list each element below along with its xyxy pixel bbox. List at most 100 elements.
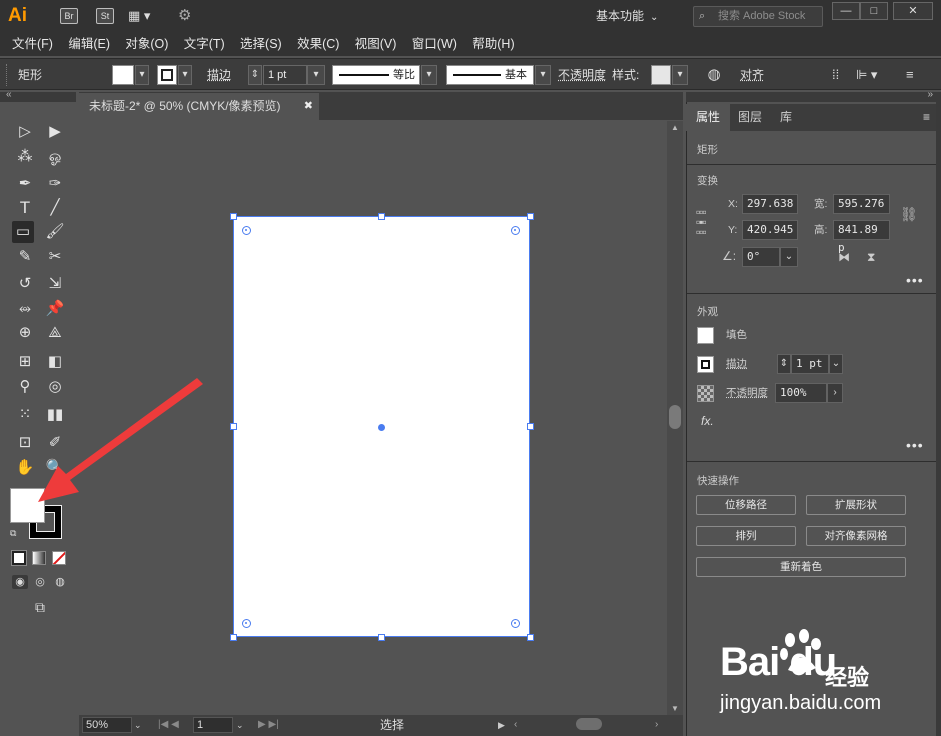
curvature-tool-icon[interactable]: ✑ [44, 173, 66, 195]
mesh-tool-icon[interactable]: ⊞ [14, 351, 36, 373]
draw-behind-icon[interactable]: ◎ [32, 575, 48, 589]
rotate-tool-icon[interactable]: ↺ [14, 273, 36, 295]
direct-selection-tool-icon[interactable]: ▶ [44, 121, 66, 143]
profile-dropdown[interactable]: ▾ [421, 65, 437, 85]
scroll-down-icon[interactable]: ▼ [671, 704, 679, 713]
hand-tool-icon[interactable]: ✋ [14, 457, 36, 479]
none-mode-icon[interactable] [52, 551, 66, 565]
menu-select[interactable]: 选择(S) [228, 33, 282, 56]
eyedropper-tool-icon[interactable]: ⚲ [14, 376, 36, 398]
stroke-swatch-panel[interactable] [697, 356, 714, 373]
panel-menu-icon[interactable]: ≡ [906, 65, 922, 85]
symbol-sprayer-tool-icon[interactable]: ⁙ [14, 404, 36, 426]
brush-dropdown[interactable]: ▾ [535, 65, 551, 85]
fill-swatch-panel[interactable] [697, 327, 714, 344]
menu-type[interactable]: 文字(T) [172, 33, 225, 56]
more-options-icon[interactable]: ••• [906, 272, 924, 288]
menu-window[interactable]: 窗口(W) [400, 33, 457, 56]
vertical-scroll-thumb[interactable] [669, 405, 681, 429]
status-menu-icon[interactable]: ▶ [498, 718, 508, 732]
zoom-tool-icon[interactable]: 🔍 [44, 457, 66, 479]
close-button[interactable]: ✕ [893, 2, 933, 20]
gradient-mode-icon[interactable] [32, 551, 46, 565]
document-tab[interactable]: 未标题-2* @ 50% (CMYK/像素预览) ✖ [79, 92, 319, 120]
tab-libraries[interactable]: 库 [770, 104, 802, 131]
shape-builder-tool-icon[interactable]: ⊕ [14, 322, 36, 344]
bounding-handle[interactable] [378, 634, 385, 641]
blend-tool-icon[interactable]: ◎ [44, 376, 66, 398]
recolor-button[interactable]: 重新着色 [696, 557, 906, 577]
width-field[interactable]: 595.276 [833, 194, 890, 214]
horizontal-scroll-thumb[interactable] [576, 718, 602, 730]
bounding-handle[interactable] [230, 213, 237, 220]
menu-edit[interactable]: 编辑(E) [56, 33, 110, 56]
reference-point-icon[interactable]: ▫▫▫ ▫▪▫ ▫▫▫ [696, 206, 716, 238]
constrain-proportions-icon[interactable]: ⛓ [900, 206, 918, 228]
fill-swatch[interactable] [112, 65, 134, 85]
offset-path-button[interactable]: 位移路径 [696, 495, 796, 515]
perspective-grid-tool-icon[interactable]: ⟁ [44, 322, 66, 344]
puppet-warp-tool-icon[interactable]: 📌 [44, 298, 66, 320]
gradient-tool-icon[interactable]: ◧ [44, 351, 66, 373]
x-field[interactable]: 297.638 [742, 194, 798, 214]
brush-definition[interactable]: 基本 [446, 65, 534, 85]
corner-widget[interactable] [242, 226, 251, 235]
minimize-button[interactable]: — [832, 2, 860, 20]
scroll-up-icon[interactable]: ▲ [671, 123, 679, 132]
stroke-weight-field-panel[interactable]: 1 pt [791, 354, 829, 374]
tab-layers[interactable]: 图层 [728, 104, 772, 131]
align-pixel-grid-button[interactable]: 对齐像素网格 [806, 526, 906, 546]
stroke-stepper-panel[interactable]: ⇕ [777, 354, 791, 374]
rotate-angle-field[interactable]: 0° [742, 247, 780, 267]
opacity-label[interactable]: 不透明度 [558, 65, 608, 85]
panel-options-icon[interactable]: ≡ [923, 104, 930, 131]
menu-file[interactable]: 文件(F) [0, 33, 53, 56]
selection-tool-icon[interactable]: ▷ [14, 121, 36, 143]
stroke-label[interactable]: 描边 [207, 65, 243, 85]
opacity-field[interactable]: 100% [775, 383, 827, 403]
zoom-field[interactable]: 50% [82, 717, 132, 733]
slice-tool-icon[interactable]: ✐ [44, 432, 66, 454]
bounding-handle[interactable] [527, 213, 534, 220]
maximize-button[interactable]: □ [860, 2, 888, 20]
zoom-dropdown-icon[interactable]: ⌄ [134, 717, 146, 733]
panel-scrollbar[interactable] [936, 102, 941, 736]
fill-dropdown[interactable]: ▾ [135, 65, 149, 85]
swap-colors-icon[interactable]: ↴ [57, 488, 69, 500]
artboard-dropdown-icon[interactable]: ⌄ [236, 717, 248, 733]
tab-properties[interactable]: 属性 [686, 104, 731, 131]
close-tab-icon[interactable]: ✖ [304, 93, 313, 120]
stroke-swatch[interactable] [157, 65, 177, 85]
default-colors-icon[interactable]: ⧉ [10, 528, 22, 540]
more-options-icon[interactable]: ••• [906, 437, 924, 453]
shaper-tool-icon[interactable]: ✎ [14, 246, 36, 268]
stock-button[interactable]: St [96, 8, 114, 24]
stroke-weight-dropdown[interactable]: ▾ [307, 65, 325, 85]
magic-wand-tool-icon[interactable]: ⁂ [14, 146, 36, 168]
artboard-tool-icon[interactable]: ⊡ [14, 432, 36, 454]
y-field[interactable]: 420.945 [742, 220, 798, 240]
next-last-artboard-icon[interactable]: ▶ ▶| [258, 717, 290, 733]
bounding-handle[interactable] [230, 634, 237, 641]
stroke-label-panel[interactable]: 描边 [726, 354, 747, 374]
corner-widget[interactable] [511, 619, 520, 628]
bounding-handle[interactable] [230, 423, 237, 430]
line-tool-icon[interactable]: ╱ [44, 197, 66, 219]
stroke-stepper[interactable]: ⇕ [248, 65, 262, 85]
variable-width-profile[interactable]: 等比 [332, 65, 420, 85]
bridge-button[interactable]: Br [60, 8, 78, 24]
pen-tool-icon[interactable]: ✒ [14, 173, 36, 195]
bounding-handle[interactable] [378, 213, 385, 220]
scale-tool-icon[interactable]: ⇲ [44, 273, 66, 295]
opacity-label-panel[interactable]: 不透明度 [726, 383, 768, 403]
rotate-angle-dropdown[interactable]: ⌄ [780, 247, 798, 267]
collapse-panel-icon[interactable]: » [927, 89, 933, 100]
width-tool-icon[interactable]: ⥈ [14, 298, 36, 320]
right-panel-header[interactable]: » [686, 89, 941, 102]
screen-mode-icon[interactable]: ⧉ [28, 598, 52, 616]
paintbrush-tool-icon[interactable]: 🖌 [44, 221, 66, 243]
stroke-weight-field[interactable]: 1 pt [263, 65, 307, 85]
corner-widget[interactable] [242, 619, 251, 628]
opacity-expand-icon[interactable]: › [827, 383, 843, 403]
height-field[interactable]: 841.89 p [833, 220, 890, 254]
